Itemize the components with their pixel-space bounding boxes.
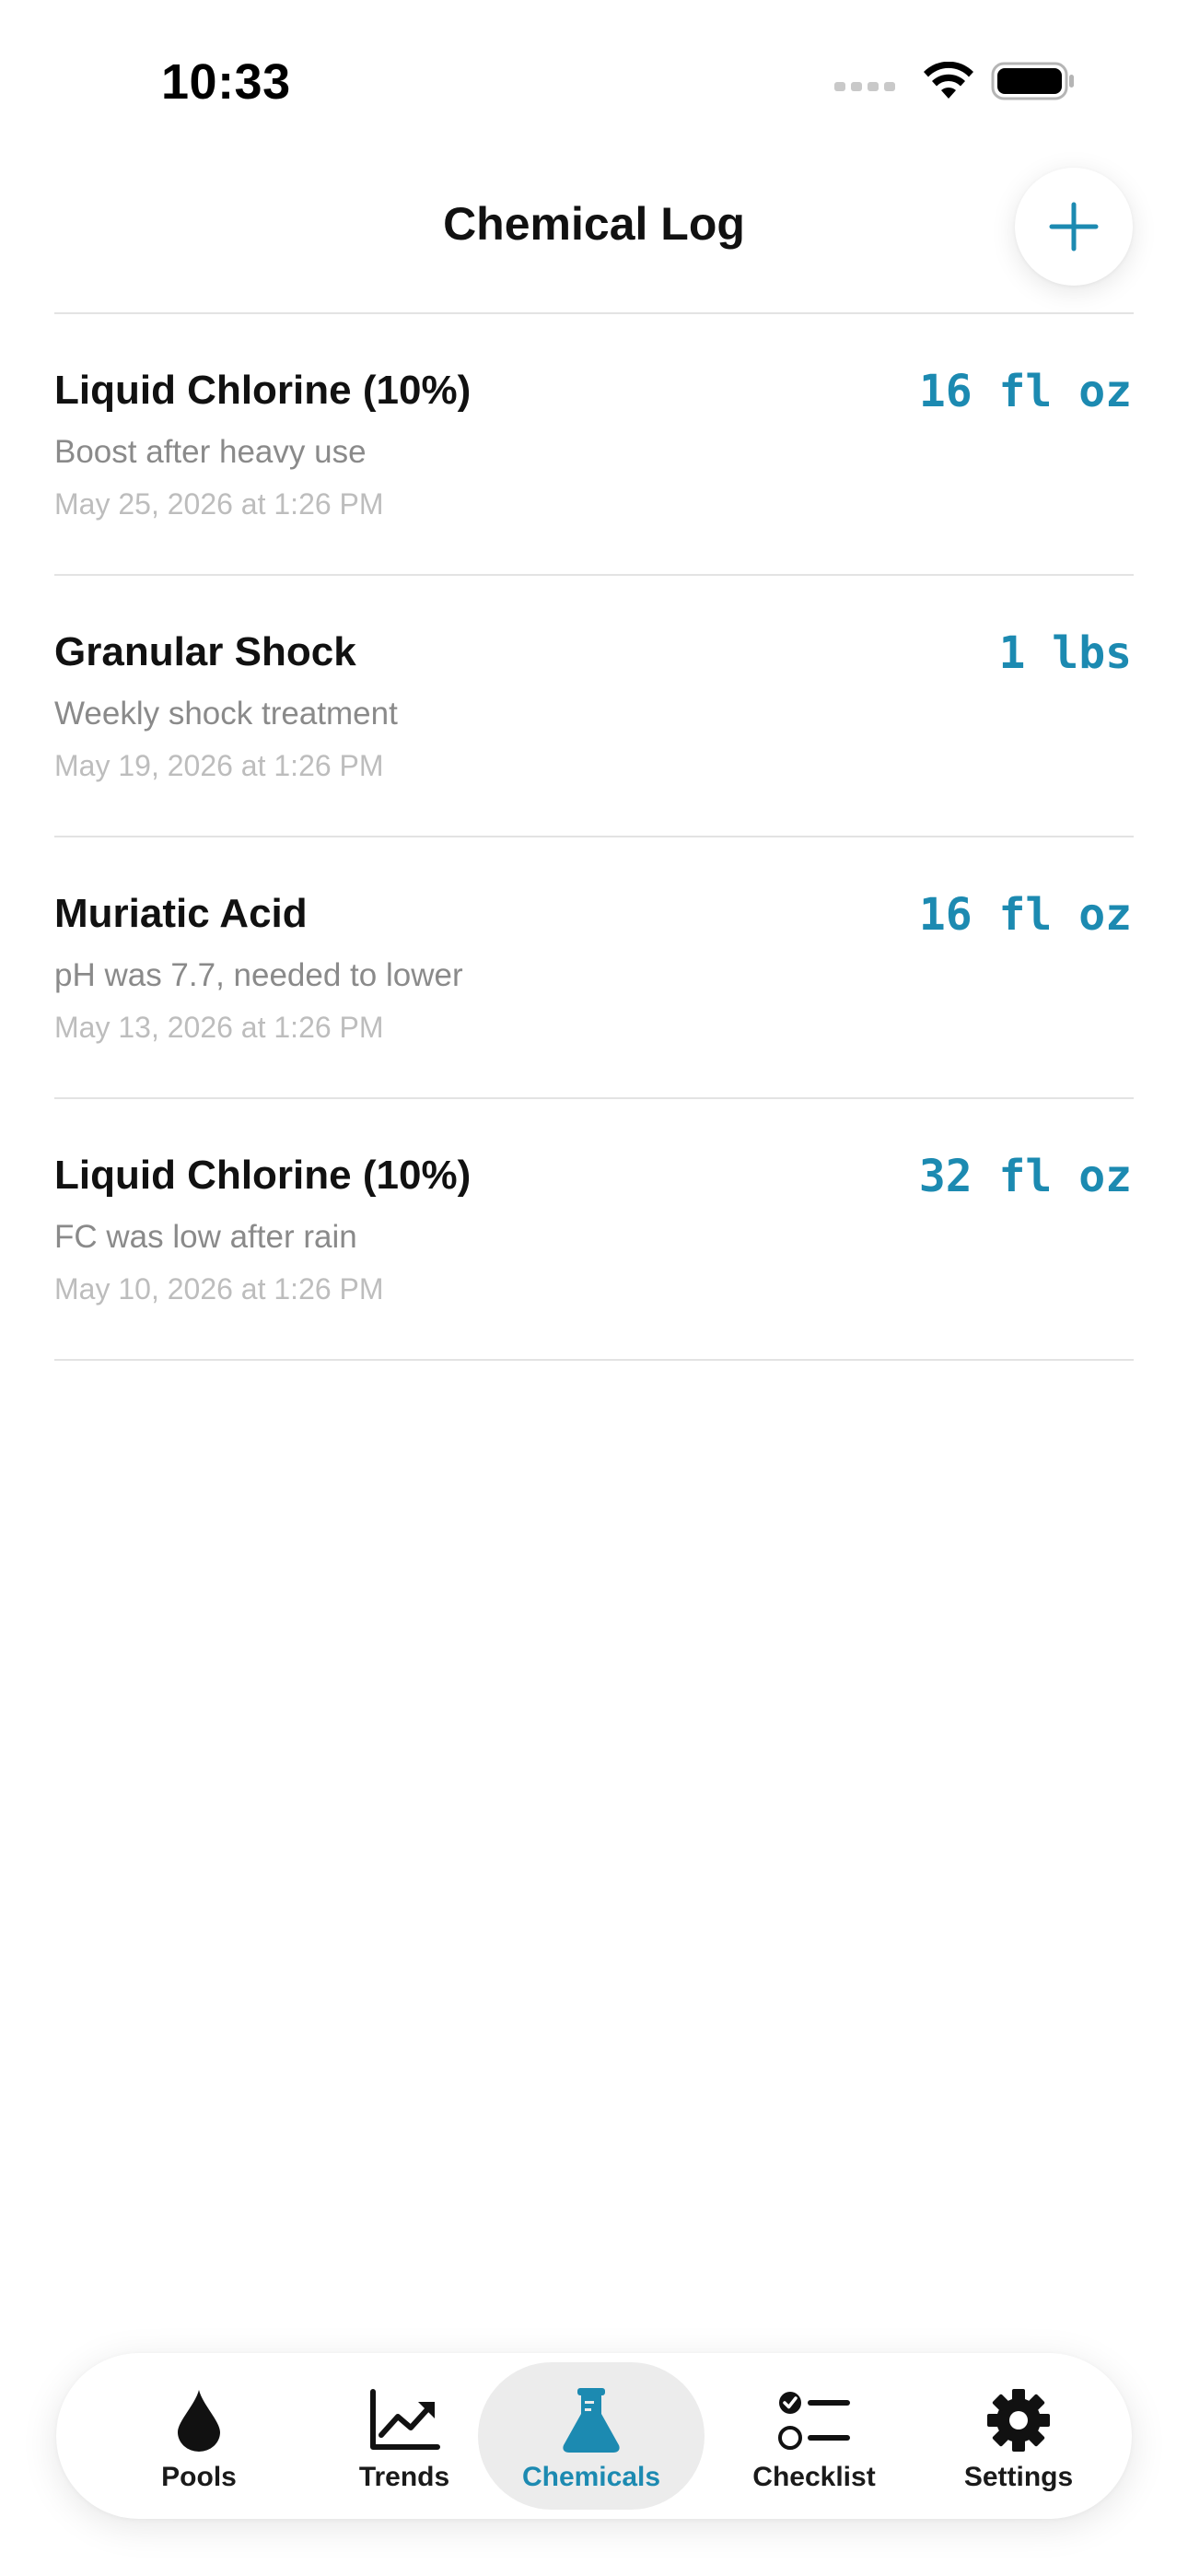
- log-entry-amount: 1 lbs: [998, 627, 1133, 679]
- tab-label: Trends: [358, 2462, 450, 2492]
- log-entry-chemical: Granular Shock: [54, 629, 356, 674]
- tab-label: Checklist: [752, 2462, 876, 2492]
- checklist-icon: [778, 2392, 850, 2450]
- cellular-signal-icon: [834, 82, 895, 91]
- log-entry-note: pH was 7.7, needed to lower: [54, 957, 463, 993]
- log-entry-chemical: Liquid Chlorine (10%): [54, 368, 472, 413]
- log-entry-date: May 13, 2026 at 1:26 PM: [54, 1011, 384, 1044]
- log-entry[interactable]: Liquid Chlorine (10%) Boost after heavy …: [54, 314, 1134, 576]
- tab-bar: Pools Trends Chemicals Checklist Setting…: [56, 2353, 1132, 2519]
- log-entry-date: May 19, 2026 at 1:26 PM: [54, 749, 384, 782]
- log-entry-date: May 10, 2026 at 1:26 PM: [54, 1272, 384, 1306]
- log-entry-amount: 16 fl oz: [918, 366, 1132, 417]
- log-entry-note: Boost after heavy use: [54, 434, 367, 470]
- chart-trend-icon: [370, 2389, 440, 2450]
- log-entry[interactable]: Granular Shock Weekly shock treatment Ma…: [54, 576, 1134, 837]
- log-entry-chemical: Muriatic Acid: [54, 891, 308, 936]
- chemical-log-list: Liquid Chlorine (10%) Boost after heavy …: [54, 314, 1134, 1361]
- log-entry-amount: 32 fl oz: [918, 1151, 1132, 1202]
- battery-icon: [991, 62, 1074, 100]
- log-entry-note: FC was low after rain: [54, 1219, 357, 1255]
- log-entry-chemical: Liquid Chlorine (10%): [54, 1153, 472, 1198]
- log-entry[interactable]: Muriatic Acid pH was 7.7, needed to lowe…: [54, 837, 1134, 1099]
- log-entry-amount: 16 fl oz: [918, 889, 1132, 941]
- tab-pools[interactable]: Pools: [86, 2362, 312, 2510]
- tab-settings[interactable]: Settings: [905, 2362, 1132, 2510]
- tab-checklist[interactable]: Checklist: [701, 2362, 927, 2510]
- tab-label: Chemicals: [521, 2462, 661, 2492]
- chemical-log-screen: 10:33 Chemical Log Liquid Chlorine (10%)…: [0, 0, 1188, 2576]
- flask-icon: [563, 2388, 620, 2453]
- tab-chemicals[interactable]: Chemicals: [478, 2362, 705, 2510]
- add-log-button[interactable]: [1015, 168, 1133, 286]
- plus-icon: [1049, 202, 1099, 252]
- log-entry-note: Weekly shock treatment: [54, 696, 398, 732]
- gear-icon: [987, 2389, 1050, 2452]
- page-title: Chemical Log: [443, 198, 745, 250]
- status-time: 10:33: [161, 54, 291, 110]
- tab-label: Pools: [161, 2462, 237, 2492]
- status-icons: [834, 61, 1076, 101]
- log-entry-date: May 25, 2026 at 1:26 PM: [54, 487, 384, 521]
- tab-label: Settings: [963, 2462, 1074, 2492]
- wifi-icon: [924, 62, 973, 99]
- log-entry[interactable]: Liquid Chlorine (10%) FC was low after r…: [54, 1099, 1134, 1361]
- drop-icon: [178, 2390, 220, 2452]
